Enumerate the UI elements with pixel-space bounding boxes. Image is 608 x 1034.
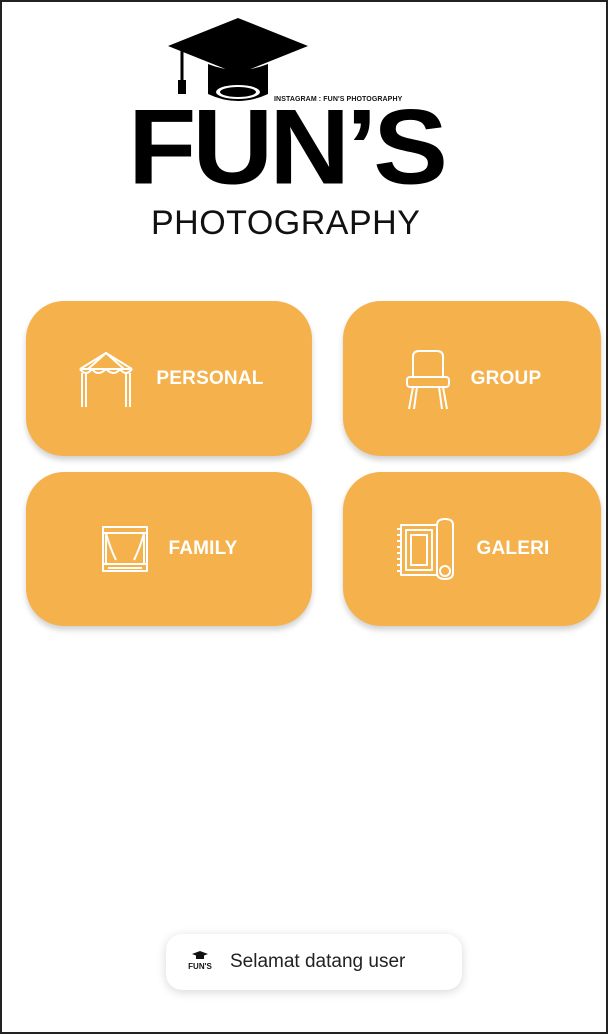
tent-canopy-icon: [74, 347, 138, 411]
personal-label: PERSONAL: [156, 367, 264, 389]
galeri-label: GALERI: [476, 538, 550, 559]
galeri-button[interactable]: GALERI: [343, 472, 601, 626]
toast-message: Selamat datang user: [230, 951, 406, 972]
family-label: FAMILY: [168, 538, 238, 559]
stage-curtain-icon: [100, 524, 150, 574]
app-screen: INSTAGRAM : FUN'S PHOTOGRAPHY FUN’S PHOT…: [0, 0, 608, 1034]
rolled-carpet-icon: [395, 517, 459, 581]
chair-icon: [403, 347, 453, 411]
welcome-toast: FUN'S Selamat datang user: [166, 934, 462, 990]
family-button[interactable]: FAMILY: [26, 472, 312, 626]
app-logo-icon: FUN'S: [186, 948, 214, 976]
app-logo: INSTAGRAM : FUN'S PHOTOGRAPHY FUN’S PHOT…: [128, 16, 500, 246]
group-label: GROUP: [470, 367, 542, 389]
brand-subtitle: PHOTOGRAPHY: [151, 204, 421, 242]
app-logo-text: FUN'S: [188, 962, 212, 971]
personal-button[interactable]: PERSONAL: [26, 301, 312, 456]
brand-name: FUN’S: [128, 87, 448, 207]
group-button[interactable]: GROUP: [343, 301, 601, 456]
